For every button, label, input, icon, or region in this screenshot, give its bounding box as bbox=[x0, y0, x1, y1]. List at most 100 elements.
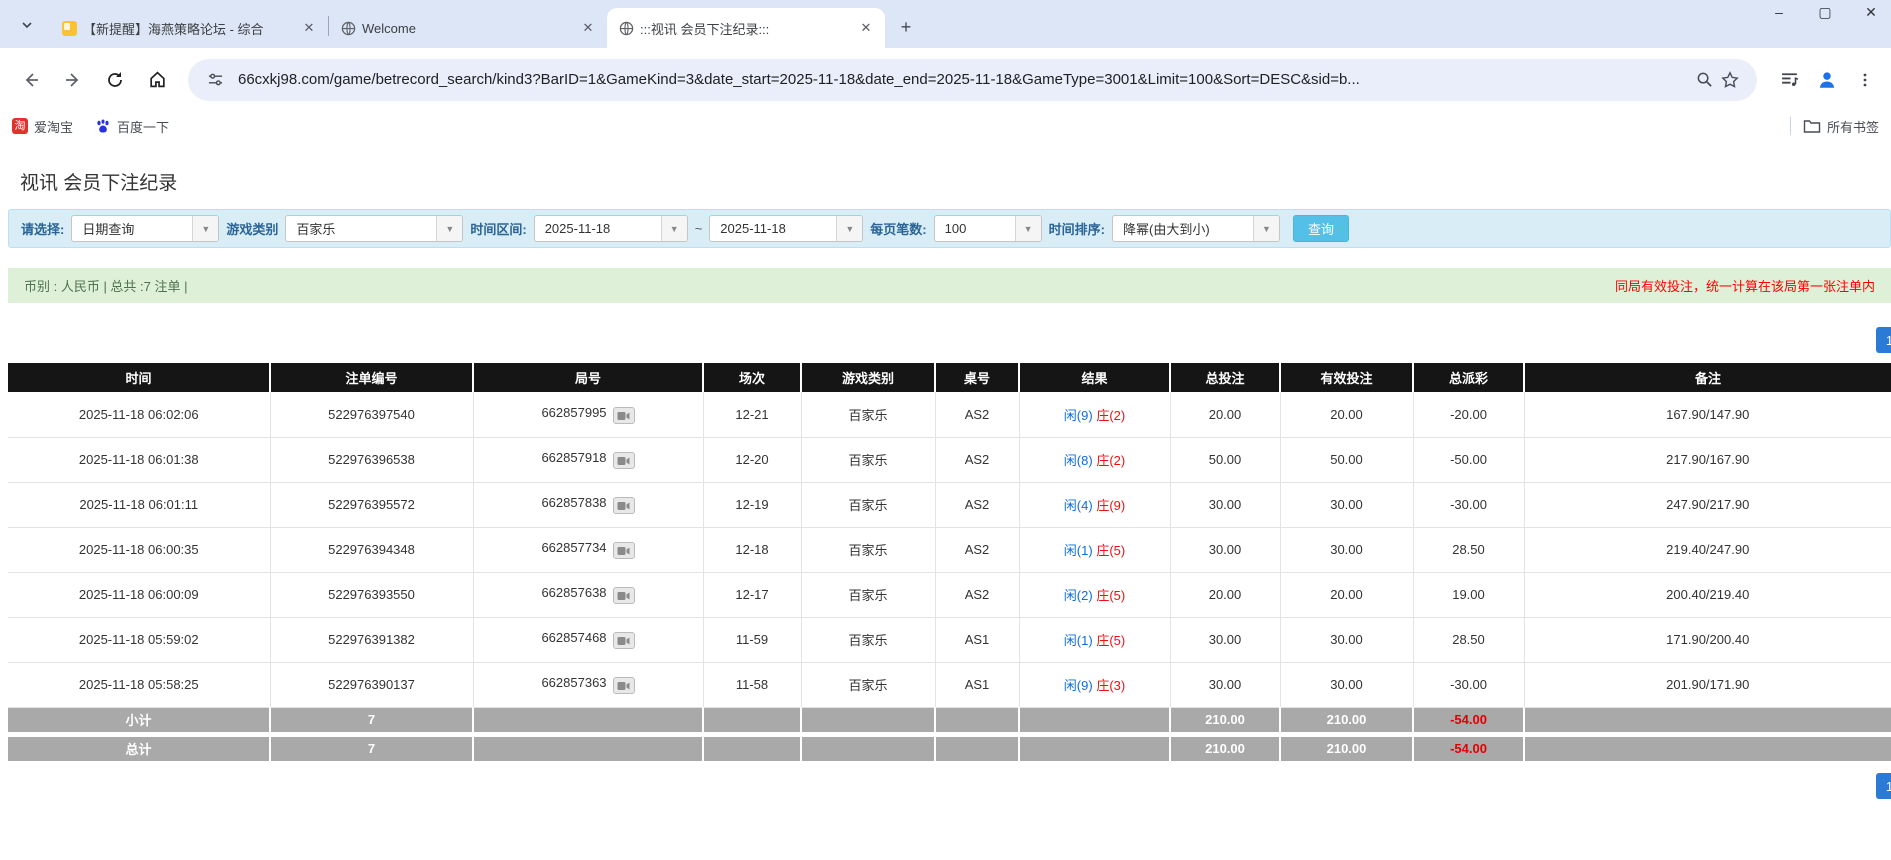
total-total-bet: 210.00 bbox=[1169, 734, 1280, 761]
player-result: 闲(9) bbox=[1063, 678, 1093, 693]
all-bookmarks-button[interactable]: 所有书签 bbox=[1803, 117, 1879, 136]
round-id-cell: 662857468 bbox=[472, 617, 703, 663]
video-replay-icon[interactable] bbox=[612, 452, 635, 470]
globe-favicon-icon bbox=[341, 21, 356, 35]
bet-time: 2025-11-18 06:00:35 bbox=[8, 527, 270, 573]
total-valid-bet: 210.00 bbox=[1279, 734, 1413, 761]
bookmark-aitaobao[interactable]: 淘 爱淘宝 bbox=[12, 117, 73, 136]
total-label: 总计 bbox=[8, 734, 270, 761]
total-bet[interactable]: 20.00 bbox=[1169, 392, 1280, 438]
valid-bet: 30.00 bbox=[1279, 617, 1413, 663]
tab-search-button[interactable] bbox=[12, 10, 42, 40]
bet-time: 2025-11-18 05:59:02 bbox=[8, 617, 270, 663]
round-id: 662857918 bbox=[541, 449, 607, 465]
subtotal-count: 7 bbox=[269, 707, 473, 737]
chevron-down-icon[interactable]: ▼ bbox=[436, 216, 463, 241]
tab-forum[interactable]: 【新提醒】海燕策略论坛 - 综合 ✕ bbox=[50, 8, 328, 48]
forward-button[interactable] bbox=[56, 63, 90, 97]
home-button[interactable] bbox=[140, 63, 174, 97]
valid-bet: 20.00 bbox=[1279, 572, 1413, 618]
video-replay-icon[interactable] bbox=[612, 587, 635, 605]
site-settings-icon[interactable] bbox=[202, 67, 228, 93]
bookmark-star-icon[interactable] bbox=[1717, 67, 1743, 93]
col-game-type: 游戏类别 bbox=[800, 363, 935, 392]
col-total-bet: 总投注 bbox=[1169, 363, 1280, 392]
total-bet[interactable]: 30.00 bbox=[1169, 662, 1280, 708]
total-bet[interactable]: 30.00 bbox=[1169, 482, 1280, 528]
back-button[interactable] bbox=[14, 63, 48, 97]
bet-time: 2025-11-18 06:01:11 bbox=[8, 482, 270, 528]
game-type: 百家乐 bbox=[800, 392, 935, 438]
note: 200.40/219.40 bbox=[1523, 572, 1891, 618]
total-bet[interactable]: 30.00 bbox=[1169, 527, 1280, 573]
maximize-button[interactable]: ▢ bbox=[1811, 4, 1839, 21]
chevron-down-icon[interactable]: ▼ bbox=[660, 216, 687, 241]
date-end-select[interactable]: 2025-11-18 ▼ bbox=[709, 215, 864, 242]
tab-welcome[interactable]: Welcome ✕ bbox=[329, 8, 607, 48]
banker-result: 庄(2) bbox=[1096, 407, 1126, 423]
session-no: 11-58 bbox=[702, 662, 801, 708]
chevron-down-icon[interactable]: ▼ bbox=[836, 216, 863, 241]
total-bet[interactable]: 20.00 bbox=[1169, 572, 1280, 618]
media-controls-icon[interactable] bbox=[1773, 64, 1805, 96]
close-tab-icon[interactable]: ✕ bbox=[300, 20, 318, 36]
game-type: 百家乐 bbox=[800, 662, 935, 708]
chevron-down-icon bbox=[22, 22, 32, 29]
table-no: AS1 bbox=[934, 617, 1019, 663]
page-size-select[interactable]: 100 ▼ bbox=[933, 215, 1042, 242]
page-size-value: 100 bbox=[944, 221, 967, 236]
date-start-select[interactable]: 2025-11-18 ▼ bbox=[533, 215, 688, 242]
table-body: 2025-11-18 06:02:06 522976397540 6628579… bbox=[8, 392, 1891, 708]
video-replay-icon[interactable] bbox=[612, 632, 635, 650]
address-bar[interactable]: 66cxkj98.com/game/betrecord_search/kind3… bbox=[188, 58, 1757, 101]
search-button[interactable]: 查询 bbox=[1292, 215, 1349, 242]
profile-avatar-icon[interactable] bbox=[1811, 64, 1843, 96]
chevron-down-icon[interactable]: ▼ bbox=[1252, 216, 1279, 241]
new-tab-button[interactable]: + bbox=[893, 14, 919, 40]
tab-title: :::视讯 会员下注纪录::: bbox=[640, 21, 770, 37]
payout: -50.00 bbox=[1412, 437, 1524, 483]
table-row: 2025-11-18 05:59:02 522976391382 6628574… bbox=[8, 617, 1891, 663]
bet-id: 522976394348 bbox=[269, 527, 473, 573]
home-icon bbox=[149, 71, 165, 88]
close-window-button[interactable]: ✕ bbox=[1857, 4, 1885, 21]
result-cell: 闲(1) 庄(5) bbox=[1018, 527, 1170, 573]
bookmark-baidu[interactable]: 百度一下 bbox=[95, 117, 169, 136]
total-bet[interactable]: 50.00 bbox=[1169, 437, 1280, 483]
game-type-select[interactable]: 百家乐 ▼ bbox=[285, 215, 464, 242]
payout: 28.50 bbox=[1412, 527, 1524, 573]
sort-select[interactable]: 降幂(由大到小) ▼ bbox=[1111, 215, 1280, 242]
zoom-icon[interactable] bbox=[1691, 67, 1717, 93]
table-no: AS2 bbox=[934, 572, 1019, 618]
reload-button[interactable] bbox=[98, 63, 132, 97]
video-replay-icon[interactable] bbox=[612, 407, 635, 424]
chevron-down-icon[interactable]: ▼ bbox=[1014, 216, 1041, 241]
browser-menu-icon[interactable] bbox=[1849, 64, 1881, 96]
player-result: 闲(1) bbox=[1063, 543, 1093, 558]
url-text[interactable]: 66cxkj98.com/game/betrecord_search/kind3… bbox=[238, 71, 1681, 88]
query-type-select[interactable]: 日期查询 ▼ bbox=[71, 215, 220, 242]
tab-active-betrecord[interactable]: :::视讯 会员下注纪录::: ✕ bbox=[607, 8, 885, 48]
video-replay-icon[interactable] bbox=[612, 542, 635, 560]
game-type: 百家乐 bbox=[800, 527, 935, 573]
bookmark-label: 百度一下 bbox=[117, 119, 170, 135]
reload-icon bbox=[108, 71, 122, 87]
page-1-button[interactable]: 1 bbox=[1876, 773, 1891, 799]
bet-id: 522976393550 bbox=[269, 572, 473, 618]
back-arrow-icon bbox=[25, 72, 38, 87]
col-note: 备注 bbox=[1523, 363, 1891, 392]
total-bet[interactable]: 30.00 bbox=[1169, 617, 1280, 663]
result-cell: 闲(9) 庄(3) bbox=[1018, 662, 1170, 708]
bet-time: 2025-11-18 06:02:06 bbox=[8, 392, 270, 438]
video-replay-icon[interactable] bbox=[612, 677, 635, 695]
close-tab-icon[interactable]: ✕ bbox=[857, 20, 875, 36]
page-1-button[interactable]: 1 bbox=[1876, 327, 1891, 353]
payout: -30.00 bbox=[1412, 482, 1524, 528]
chevron-down-icon[interactable]: ▼ bbox=[192, 216, 219, 241]
minimize-button[interactable]: – bbox=[1765, 4, 1793, 21]
session-no: 12-20 bbox=[702, 437, 801, 483]
note: 201.90/171.90 bbox=[1523, 662, 1891, 708]
video-replay-icon[interactable] bbox=[612, 497, 635, 515]
close-tab-icon[interactable]: ✕ bbox=[579, 20, 597, 36]
bet-time: 2025-11-18 06:00:09 bbox=[8, 572, 270, 618]
